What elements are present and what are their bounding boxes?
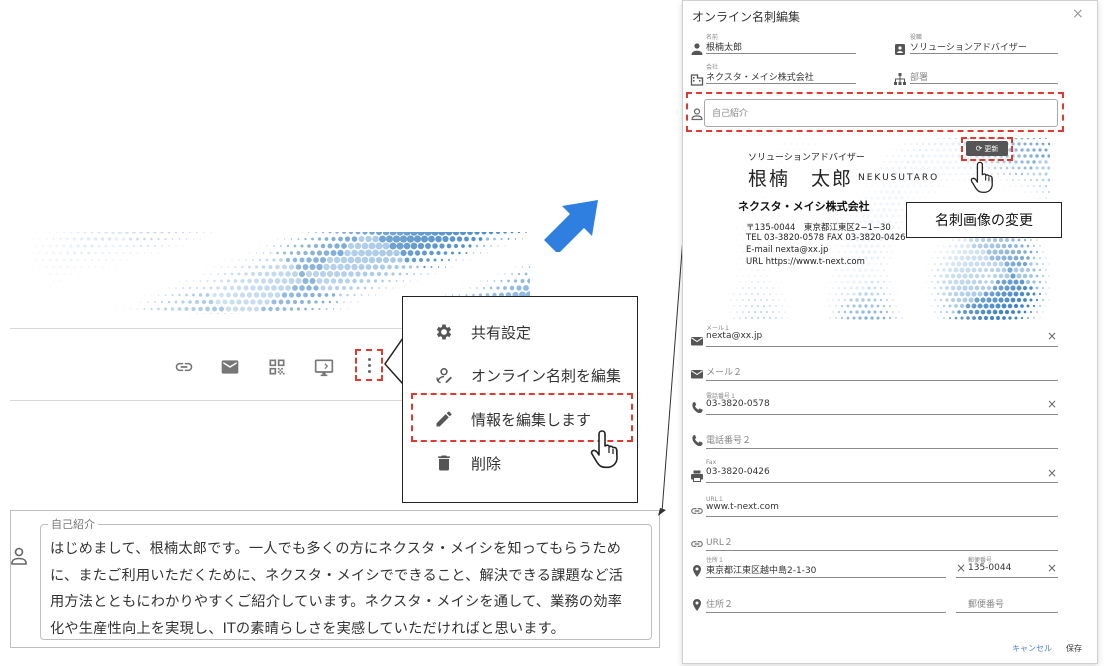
link-icon[interactable] (173, 356, 195, 378)
mail2-field[interactable]: メール２ (706, 365, 742, 378)
tel1-field[interactable]: 03-3820-0578 (706, 399, 770, 409)
field-underline (706, 448, 1058, 449)
link-icon (690, 503, 704, 517)
menu-item-share-settings[interactable]: 共有設定 (403, 311, 639, 353)
building-icon (690, 71, 704, 86)
field-underline (706, 380, 1058, 381)
field-underline (956, 577, 1058, 578)
field-underline (706, 83, 856, 84)
card-address: 〒135-0044 東京都江東区2−1−30 (746, 223, 891, 233)
cancel-button[interactable]: キャンセル (1012, 643, 1052, 654)
mail-icon[interactable] (219, 356, 241, 378)
close-icon[interactable]: × (1072, 6, 1084, 22)
refresh-icon: ⟳ (975, 144, 983, 153)
arrow-icon (544, 200, 598, 252)
card-url: URL https://www.t-next.com (746, 257, 865, 267)
org-chart-icon (893, 71, 907, 85)
intro-text: はじめまして、根楠太郎です。一人でも多くの方にネクスタ・メイシを知ってもらうため… (50, 536, 650, 642)
clear-icon[interactable]: × (1047, 466, 1057, 480)
mail1-field[interactable]: nexta@xx.jp (706, 331, 762, 341)
card-telfax: TEL 03-3820-0578 FAX 03-3820-0426 (746, 233, 906, 243)
field-underline (706, 346, 1058, 347)
qr-code-icon[interactable] (266, 356, 288, 378)
field-underline (706, 414, 1058, 415)
phone-icon (690, 433, 704, 447)
mail-icon (690, 366, 704, 380)
field-underline (910, 83, 1058, 84)
location-pin-icon (690, 597, 704, 611)
screen-icon[interactable] (313, 356, 335, 378)
intro-input[interactable] (704, 99, 1058, 127)
printer-icon (690, 468, 704, 482)
field-underline (706, 550, 1058, 551)
clear-icon[interactable]: × (1047, 561, 1057, 575)
menu-item-label: オンライン名刺を編集 (471, 366, 622, 385)
card-role: ソリューションアドバイザー (748, 153, 865, 163)
intro-line: 化や生産性向上を実現し、ITの素晴らしさを実感していただければと思います。 (50, 620, 565, 637)
card-company: ネクスタ・メイシ株式会社 (738, 200, 870, 213)
badge-icon (893, 41, 907, 55)
dialog-title: オンライン名刺編集 (692, 10, 801, 24)
url2-field[interactable]: URL２ (706, 535, 733, 548)
field-underline (706, 53, 856, 54)
addr2-field[interactable]: 住所２ (706, 597, 733, 610)
person-edit-icon (433, 364, 455, 386)
field-underline (706, 577, 946, 578)
mail-icon (690, 333, 704, 347)
addr1-field[interactable]: 東京都江東区越中島2-1-30 (706, 563, 816, 576)
url1-field[interactable]: www.t-next.com (706, 502, 779, 512)
divider (10, 400, 406, 401)
zip1-field[interactable]: 135-0044 (968, 563, 1011, 573)
hand-pointer-icon (970, 161, 993, 193)
save-button[interactable]: 保存 (1066, 643, 1082, 654)
hand-pointer-icon (590, 430, 618, 469)
company-field[interactable]: ネクスタ・メイシ株式会社 (706, 70, 814, 83)
update-image-button[interactable]: ⟳ 更新 (966, 141, 1008, 156)
zip2-field[interactable]: 郵便番号 (968, 597, 1004, 610)
clear-icon[interactable]: × (956, 561, 966, 575)
tel2-field[interactable]: 電話番号２ (706, 433, 751, 446)
intro-legend: 自己紹介 (48, 516, 98, 532)
intro-line: はじめまして、根楠太郎です。一人でも多くの方にネクスタ・メイシを知ってもらうため (50, 541, 622, 557)
clear-icon[interactable]: × (1047, 397, 1057, 411)
location-pin-icon (690, 563, 704, 577)
card-roma-name: NEKUSUTARO (858, 173, 940, 183)
menu-item-edit-online-card[interactable]: オンライン名刺を編集 (403, 354, 639, 396)
intro-line: に、またご利用いただくために、ネクスタ・メイシでできること、解決できる課題など活 (50, 567, 624, 584)
field-underline (706, 482, 1058, 483)
menu-item-label: 共有設定 (471, 323, 532, 342)
clear-icon[interactable]: × (1047, 329, 1057, 343)
field-underline (706, 612, 946, 613)
trash-icon (433, 452, 455, 474)
link-icon (690, 536, 704, 550)
intro-placeholder: 自己紹介 (712, 109, 749, 119)
person-icon (10, 546, 28, 566)
field-underline (956, 612, 1058, 613)
field-label: Fax (706, 459, 717, 466)
gear-icon (433, 321, 455, 343)
more-vert-icon[interactable] (355, 349, 383, 381)
divider (10, 328, 406, 329)
field-underline (910, 53, 1058, 54)
dept-field[interactable]: 部署 (910, 70, 928, 83)
person-icon (690, 106, 704, 121)
update-label: 更新 (984, 144, 999, 153)
menu-item-label: 削除 (471, 454, 502, 473)
phone-icon (690, 400, 704, 414)
name-field[interactable]: 根楠太郎 (706, 40, 742, 53)
person-icon (690, 41, 704, 55)
card-name: 根楠 太郎 (748, 168, 854, 190)
card-email: E-mail nexta@xx.jp (746, 245, 829, 255)
field-underline (706, 516, 1058, 517)
callout-label: 名刺画像の変更 (906, 202, 1062, 238)
intro-line: 用方法とともにわかりやすくご紹介しています。ネクスタ・メイシを通して、業務の効率 (50, 594, 623, 610)
fax-field[interactable]: 03-3820-0426 (706, 467, 770, 477)
role-field[interactable]: ソリューションアドバイザー (910, 40, 1027, 53)
